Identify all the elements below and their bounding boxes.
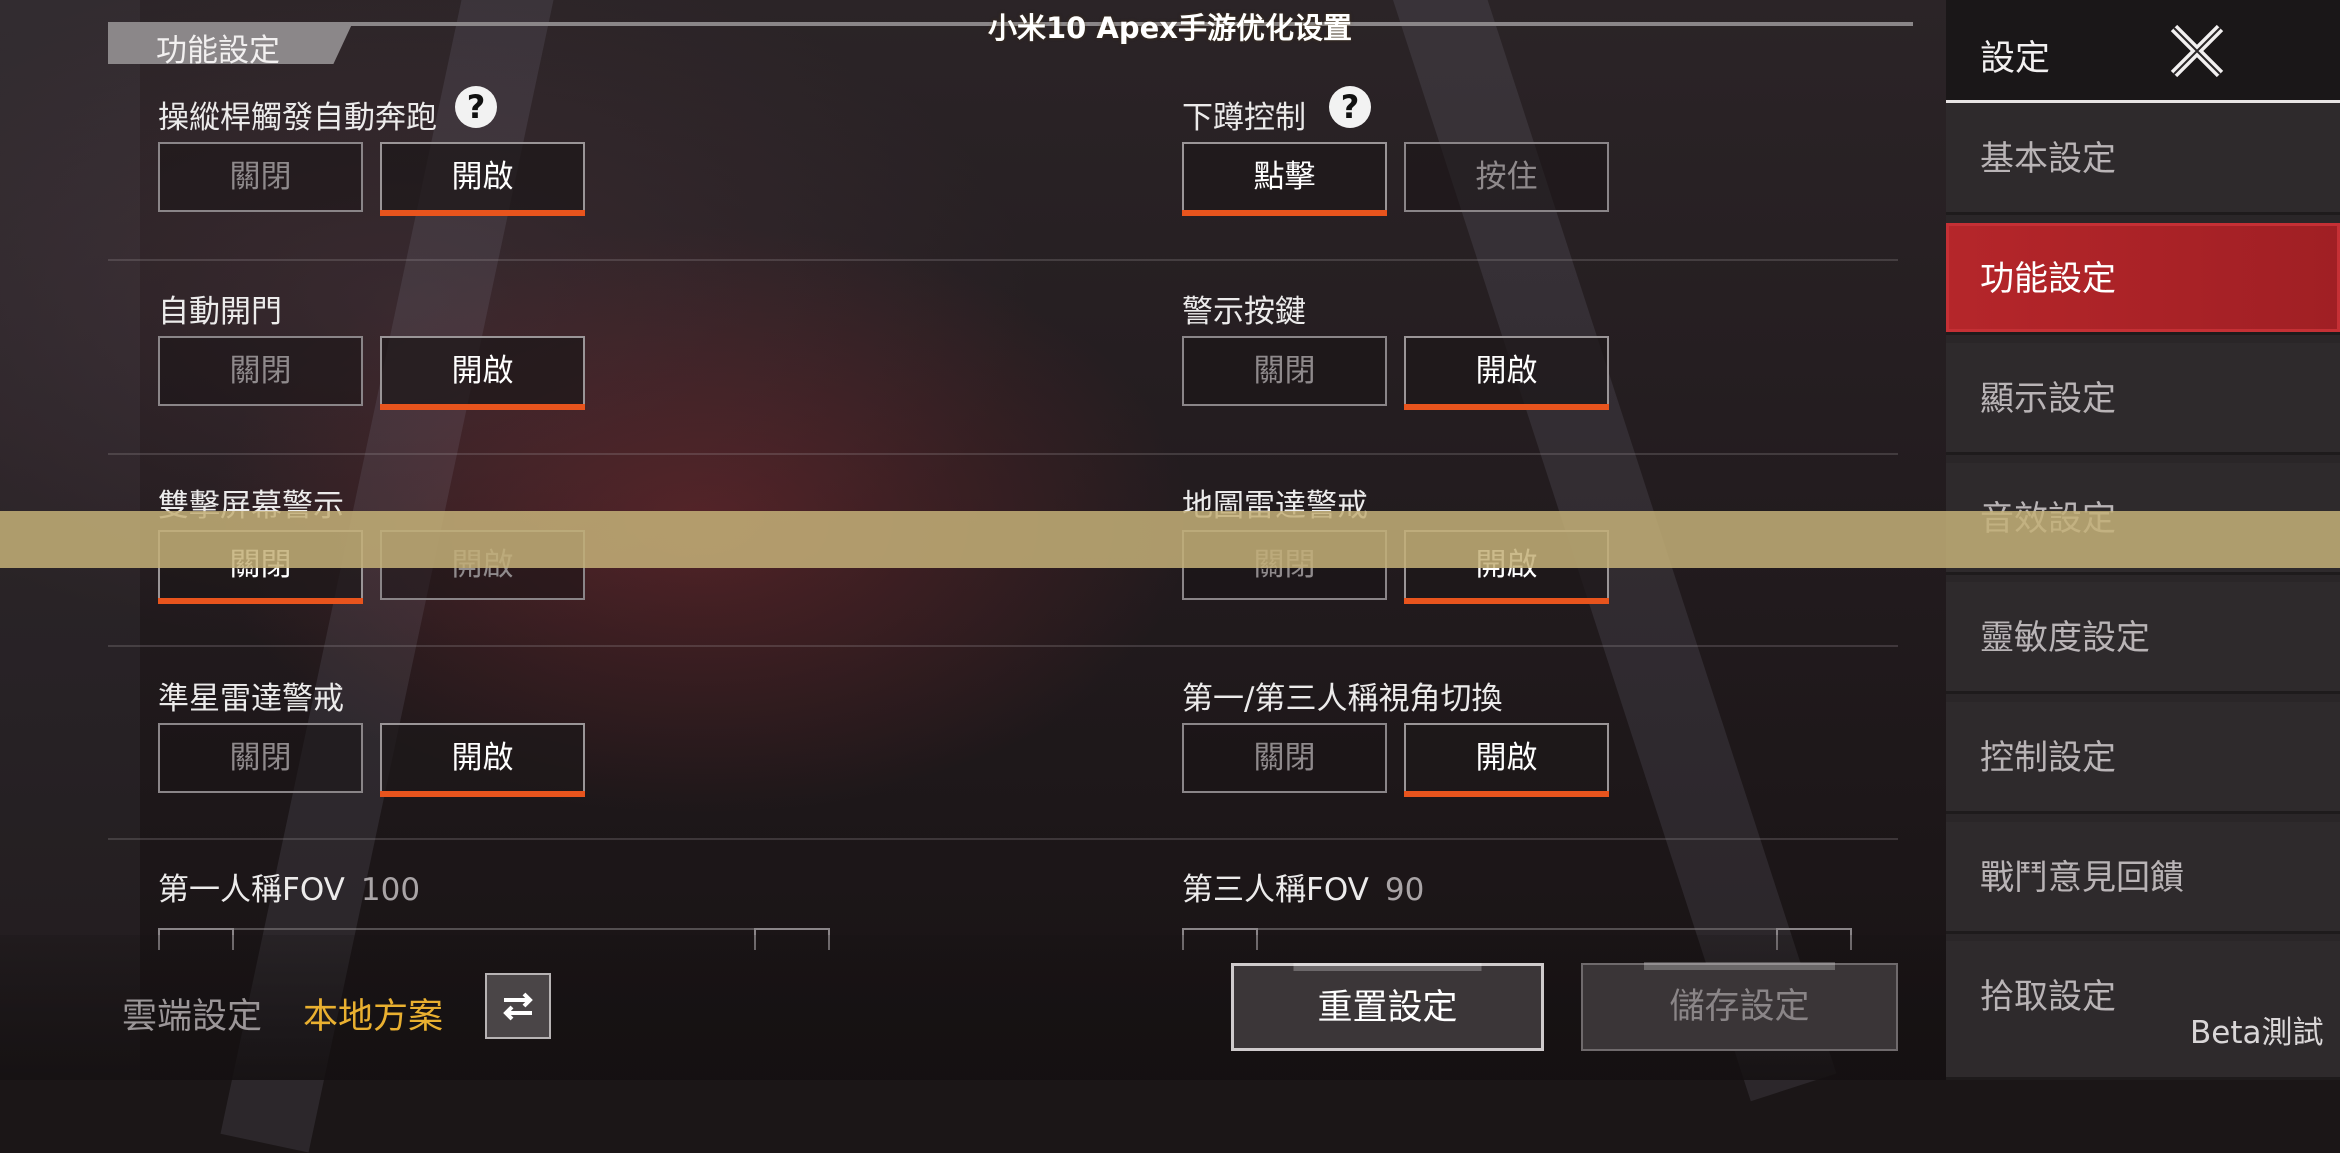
fov-first-person-slider-track[interactable]	[232, 928, 754, 930]
auto-sprint-on-button[interactable]: 開啟	[380, 142, 585, 216]
sidebar-item-display[interactable]: 顯示設定	[1946, 343, 2340, 455]
fov-third-person-label: 第三人稱FOV	[1182, 872, 1369, 908]
view-switch-on-button[interactable]: 開啟	[1404, 723, 1609, 797]
reset-settings-button[interactable]: 重置設定	[1231, 963, 1544, 1051]
row-divider	[108, 259, 1898, 261]
crouch-tap-button[interactable]: 點擊	[1182, 142, 1387, 216]
auto-sprint-off-button[interactable]: 關閉	[158, 142, 363, 212]
auto-door-on-button[interactable]: 開啟	[380, 336, 585, 410]
local-scheme-tab[interactable]: 本地方案	[303, 988, 443, 1039]
warning-key-on-button[interactable]: 開啟	[1404, 336, 1609, 410]
help-icon[interactable]: ?	[455, 86, 497, 128]
fov-third-person: 第三人稱FOV 90	[1182, 864, 1424, 909]
setting-label: 自動開門	[158, 294, 282, 330]
row-divider	[108, 645, 1898, 647]
watermark-banner-text: 小米10 Apex手游优化设置	[987, 11, 1353, 45]
fov-first-person: 第一人稱FOV 100	[158, 864, 420, 909]
row-divider	[108, 453, 1898, 455]
swap-button[interactable]	[485, 973, 551, 1039]
setting-label: 第一/第三人稱視角切換	[1182, 681, 1503, 717]
fov-first-person-label: 第一人稱FOV	[158, 872, 345, 908]
watermark-banner	[0, 511, 2340, 568]
sidebar-item-sensitivity[interactable]: 靈敏度設定	[1946, 582, 2340, 694]
setting-label: 操縱桿觸發自動奔跑	[158, 100, 437, 136]
help-icon[interactable]: ?	[1329, 86, 1371, 128]
row-divider	[108, 838, 1898, 840]
sidebar-item-controls[interactable]: 控制設定	[1946, 702, 2340, 814]
warning-key-off-button[interactable]: 關閉	[1182, 336, 1387, 406]
sidebar-item-basic[interactable]: 基本設定	[1946, 103, 2340, 215]
swap-arrows-icon	[503, 992, 533, 1021]
cloud-settings-tab[interactable]: 雲端設定	[122, 988, 262, 1039]
crosshair-radar-off-button[interactable]: 關閉	[158, 723, 363, 793]
sidebar-item-function[interactable]: 功能設定	[1946, 223, 2340, 335]
setting-label: 警示按鍵	[1182, 294, 1306, 330]
setting-label: 準星雷達警戒	[158, 681, 344, 717]
auto-door-off-button[interactable]: 關閉	[158, 336, 363, 406]
save-settings-button[interactable]: 儲存設定	[1580, 962, 1899, 1051]
beta-label: Beta測試	[2190, 1015, 2324, 1051]
view-switch-off-button[interactable]: 關閉	[1182, 723, 1387, 793]
setting-label: 下蹲控制	[1182, 100, 1306, 136]
fov-third-person-slider-track[interactable]	[1256, 928, 1776, 930]
fov-third-person-value: 90	[1384, 872, 1425, 908]
crosshair-radar-on-button[interactable]: 開啟	[380, 723, 585, 797]
crouch-hold-button[interactable]: 按住	[1404, 142, 1609, 212]
fov-first-person-value: 100	[360, 872, 421, 908]
sidebar-item-combat-feedback[interactable]: 戰鬥意見回饋	[1946, 822, 2340, 934]
